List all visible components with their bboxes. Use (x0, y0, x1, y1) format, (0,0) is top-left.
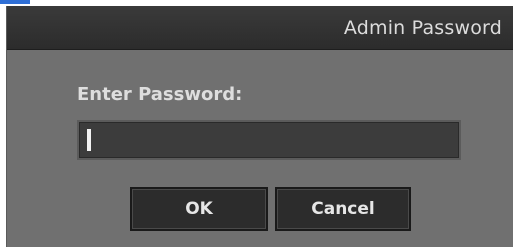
password-prompt-label: Enter Password: (77, 84, 243, 105)
dialog-title: Admin Password (343, 17, 502, 39)
dialog-titlebar: Admin Password (7, 6, 513, 50)
password-input[interactable] (77, 120, 461, 160)
admin-password-dialog: Admin Password Enter Password: OK Cancel (6, 6, 513, 247)
cancel-button[interactable]: Cancel (275, 187, 411, 231)
ok-button[interactable]: OK (130, 187, 268, 231)
accent-mark (0, 0, 30, 4)
text-caret (87, 129, 91, 151)
